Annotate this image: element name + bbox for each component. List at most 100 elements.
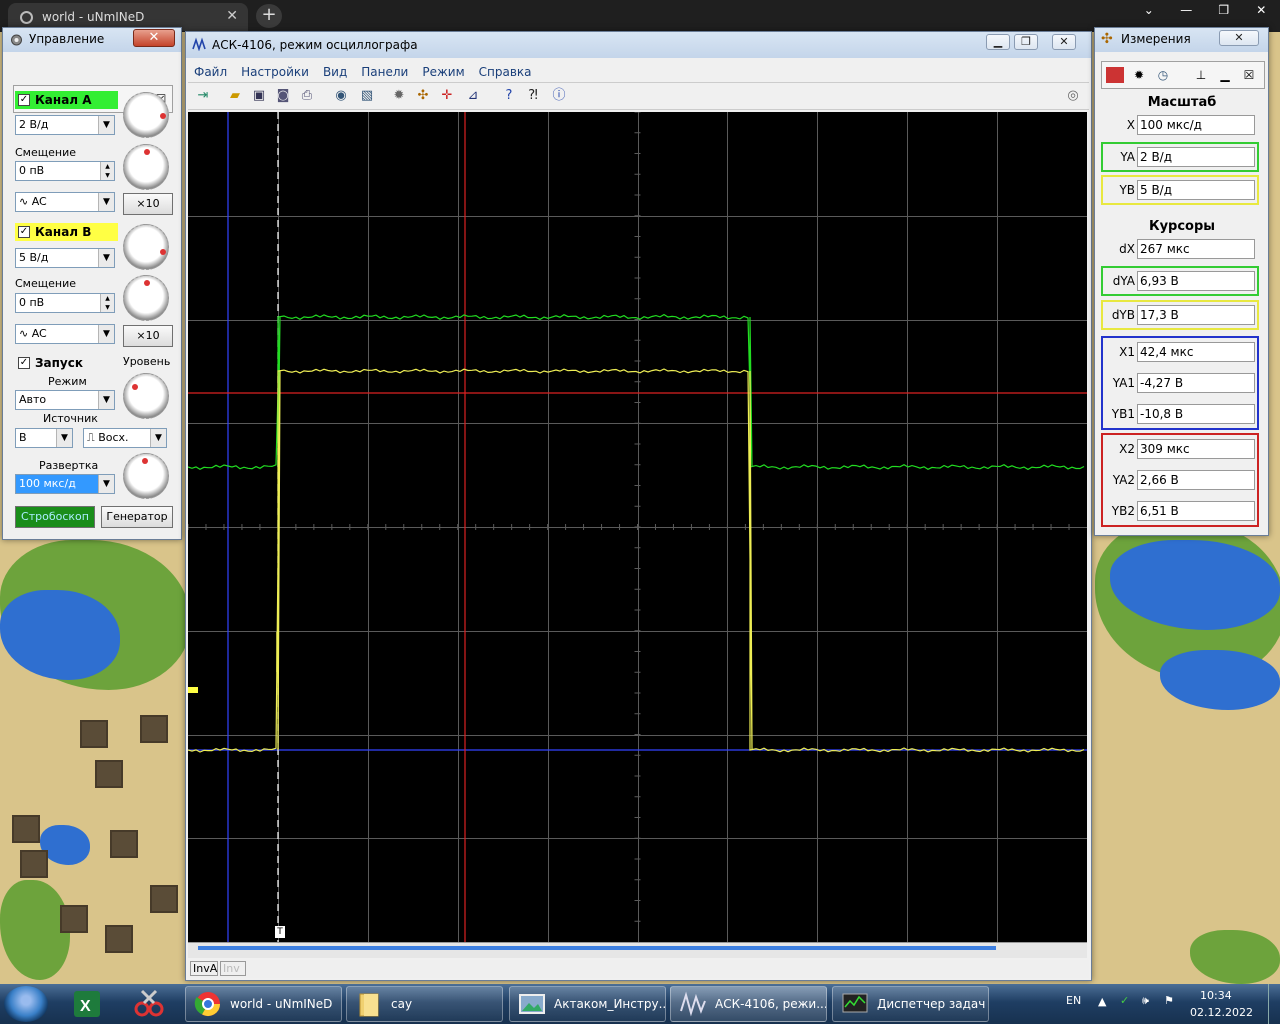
browser-menu-button[interactable]: ⌄ [1130, 0, 1168, 22]
menu-view[interactable]: Вид [323, 62, 347, 82]
channel-b-header[interactable]: ✓ Канал B [15, 223, 118, 241]
taskbar-item-folder[interactable]: cay [346, 986, 503, 1022]
snipping-tool-icon[interactable] [124, 987, 174, 1021]
channel-b-coupling-value: AC [31, 327, 47, 340]
spinner-icon[interactable]: ▲ ▼ [100, 162, 114, 180]
strobe-button[interactable]: Стробоскоп [15, 506, 95, 528]
close-icon[interactable]: ☒ [1240, 67, 1258, 83]
print-icon[interactable]: ⎙ [298, 87, 316, 105]
generator-button[interactable]: Генератор [101, 506, 173, 528]
gear-icon[interactable]: ✹ [1130, 67, 1148, 83]
menu-settings[interactable]: Настройки [241, 62, 309, 82]
menu-file[interactable]: Файл [194, 62, 227, 82]
taskbar-item-task-manager[interactable]: Диспетчер задач ... [832, 986, 989, 1022]
new-tab-button[interactable]: + [256, 4, 282, 28]
trigger-source-select[interactable]: B ▼ [15, 428, 73, 448]
open-folder-icon[interactable]: ▰ [226, 87, 244, 105]
control-panel-title: Управление [29, 32, 105, 46]
channel-b-coupling-select[interactable]: ∿ AC ▼ [15, 324, 115, 344]
maximize-button[interactable]: ❐ [1205, 0, 1243, 22]
start-button[interactable] [4, 986, 48, 1022]
taskbar-item-label: cay [391, 997, 413, 1011]
close-button[interactable]: ✕ [1219, 30, 1259, 46]
channel-b-volts-select[interactable]: 5 В/д ▼ [15, 248, 115, 268]
close-button[interactable]: ✕ [1052, 34, 1076, 50]
tray-expand-icon[interactable]: ▲ [1098, 995, 1106, 1008]
oscilloscope-titlebar[interactable]: АСК-4106, режим осциллографа ▁ ❐ ✕ [186, 32, 1091, 58]
help-icon[interactable]: ? [500, 87, 518, 105]
clock-time[interactable]: 10:34 [1200, 989, 1232, 1002]
channel-b-checkbox[interactable]: ✓ [18, 226, 30, 238]
task-manager-icon [841, 991, 869, 1017]
close-button[interactable]: ✕ [1243, 0, 1280, 22]
channel-b-volts-knob[interactable] [123, 224, 169, 270]
taskbar-item-aktakom[interactable]: Актаком_Инстру... [509, 986, 666, 1022]
volume-icon[interactable]: 🕪 [1142, 994, 1149, 1008]
clock-icon[interactable]: ◷ [1154, 67, 1172, 83]
excel-icon[interactable]: X [62, 987, 112, 1021]
control-panel-titlebar[interactable]: Управление ✕ [3, 28, 181, 52]
oscilloscope-app-icon [679, 991, 707, 1017]
show-desktop-button[interactable] [1268, 984, 1280, 1024]
channel-a-volts-select[interactable]: 2 В/д ▼ [15, 115, 115, 135]
language-indicator[interactable]: EN [1066, 994, 1081, 1007]
info-icon[interactable]: ⓘ [550, 87, 568, 105]
chevron-down-icon: ▼ [98, 391, 114, 409]
channel-b-x10-button[interactable]: ×10 [123, 325, 173, 347]
channels-icon[interactable] [1106, 67, 1124, 83]
save-icon[interactable]: ▣ [250, 87, 268, 105]
channel-a-checkbox[interactable]: ✓ [18, 94, 30, 106]
action-center-icon[interactable]: ⚑ [1164, 994, 1174, 1007]
close-tab-icon[interactable]: ✕ [226, 8, 238, 24]
sweep-select[interactable]: 100 мкс/д ▼ [15, 474, 115, 494]
channel-b-offset-knob[interactable] [123, 275, 169, 321]
channel-a-offset-input[interactable]: 0 пВ ▲ ▼ [15, 161, 115, 181]
scrollbar-thumb[interactable] [198, 946, 996, 950]
minimize-icon[interactable]: ▁ [1216, 67, 1234, 83]
trigger-edge-select[interactable]: ⎍ Восх. ▼ [83, 428, 167, 448]
trigger-level-knob[interactable] [123, 373, 169, 419]
cursor2-yb-label: YB2 [1111, 504, 1135, 518]
gear-icon[interactable]: ✹ [390, 87, 408, 105]
horizontal-scrollbar[interactable] [188, 942, 1087, 958]
context-help-icon[interactable]: ⁈ [524, 87, 542, 105]
measurements-titlebar[interactable]: ✣ Измерения ✕ [1095, 28, 1268, 52]
sweep-knob[interactable] [123, 453, 169, 499]
crosshair-icon[interactable]: ✛ [438, 87, 456, 105]
minimize-button[interactable]: ▁ [986, 34, 1010, 50]
clock-date[interactable]: 02.12.2022 [1190, 1006, 1253, 1019]
channel-b-offset-input[interactable]: 0 пВ ▲ ▼ [15, 293, 115, 313]
taskbar-item-browser[interactable]: world - uNmINeD [185, 986, 342, 1022]
settings-round-icon[interactable]: ◎ [1064, 87, 1082, 105]
channel-b-ground-marker[interactable] [188, 687, 198, 693]
channel-a-coupling-select[interactable]: ∿ AC ▼ [15, 192, 115, 212]
snapshot-icon[interactable]: ▧ [358, 87, 376, 105]
channel-a-x10-button[interactable]: ×10 [123, 193, 173, 215]
camera-icon[interactable]: ◙ [274, 87, 292, 105]
trigger-checkbox[interactable]: ✓ [18, 357, 30, 369]
cursor-icon[interactable]: ✣ [414, 87, 432, 105]
network-icon[interactable]: ✓ [1120, 994, 1129, 1007]
dock-icon[interactable]: ⊥ [1192, 67, 1210, 83]
close-button[interactable]: ✕ [133, 29, 175, 47]
trigger-label: Запуск [35, 356, 83, 370]
trigger-mode-select[interactable]: Авто ▼ [15, 390, 115, 410]
oscilloscope-screen[interactable]: T [188, 112, 1087, 942]
measure-icon[interactable]: ⊿ [464, 87, 482, 105]
menu-mode[interactable]: Режим [422, 62, 464, 82]
menu-help[interactable]: Справка [479, 62, 532, 82]
maximize-button[interactable]: ❐ [1014, 34, 1038, 50]
channel-a-offset-knob[interactable] [123, 144, 169, 190]
run-icon[interactable]: ◉ [332, 87, 350, 105]
channel-a-header[interactable]: ✓ Канал A [15, 91, 118, 109]
menu-panels[interactable]: Панели [361, 62, 408, 82]
trigger-header[interactable]: ✓ Запуск [15, 354, 115, 372]
trigger-marker[interactable]: T [275, 926, 285, 938]
spinner-icon[interactable]: ▲ ▼ [100, 294, 114, 312]
taskbar-item-oscilloscope[interactable]: АСК-4106, режи... [670, 986, 827, 1022]
gear-icon [9, 33, 24, 47]
chevron-down-icon: ▼ [98, 325, 114, 343]
exit-icon[interactable]: ⇥ [194, 87, 212, 105]
minimize-button[interactable]: — [1168, 0, 1206, 22]
channel-a-volts-knob[interactable] [123, 92, 169, 138]
